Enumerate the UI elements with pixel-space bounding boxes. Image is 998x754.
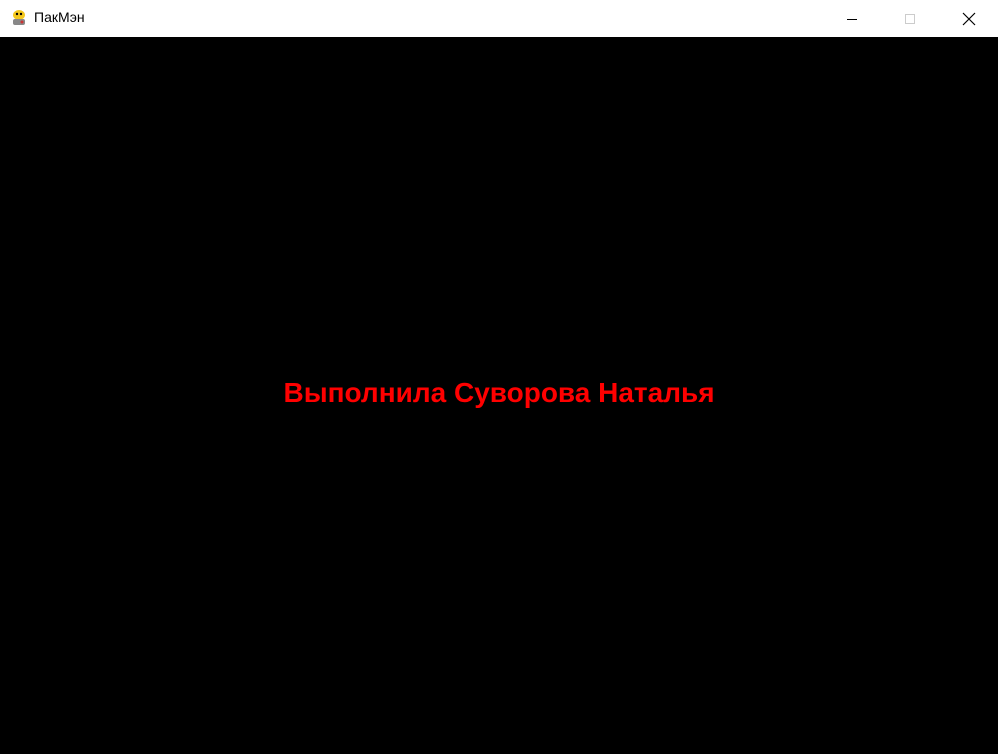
- minimize-icon: [847, 18, 857, 20]
- app-icon: [13, 10, 25, 25]
- minimize-button[interactable]: [823, 0, 881, 37]
- window-title: ПакМэн: [34, 9, 85, 25]
- title-bar: ПакМэн: [0, 0, 998, 37]
- maximize-button[interactable]: [881, 0, 939, 37]
- close-button[interactable]: [940, 0, 998, 37]
- author-caption: Выполнила Суворова Наталья: [283, 377, 715, 408]
- maximize-icon: [905, 13, 915, 24]
- close-icon: [962, 12, 976, 25]
- game-canvas[interactable]: Выполнила Суворова Наталья: [0, 37, 998, 754]
